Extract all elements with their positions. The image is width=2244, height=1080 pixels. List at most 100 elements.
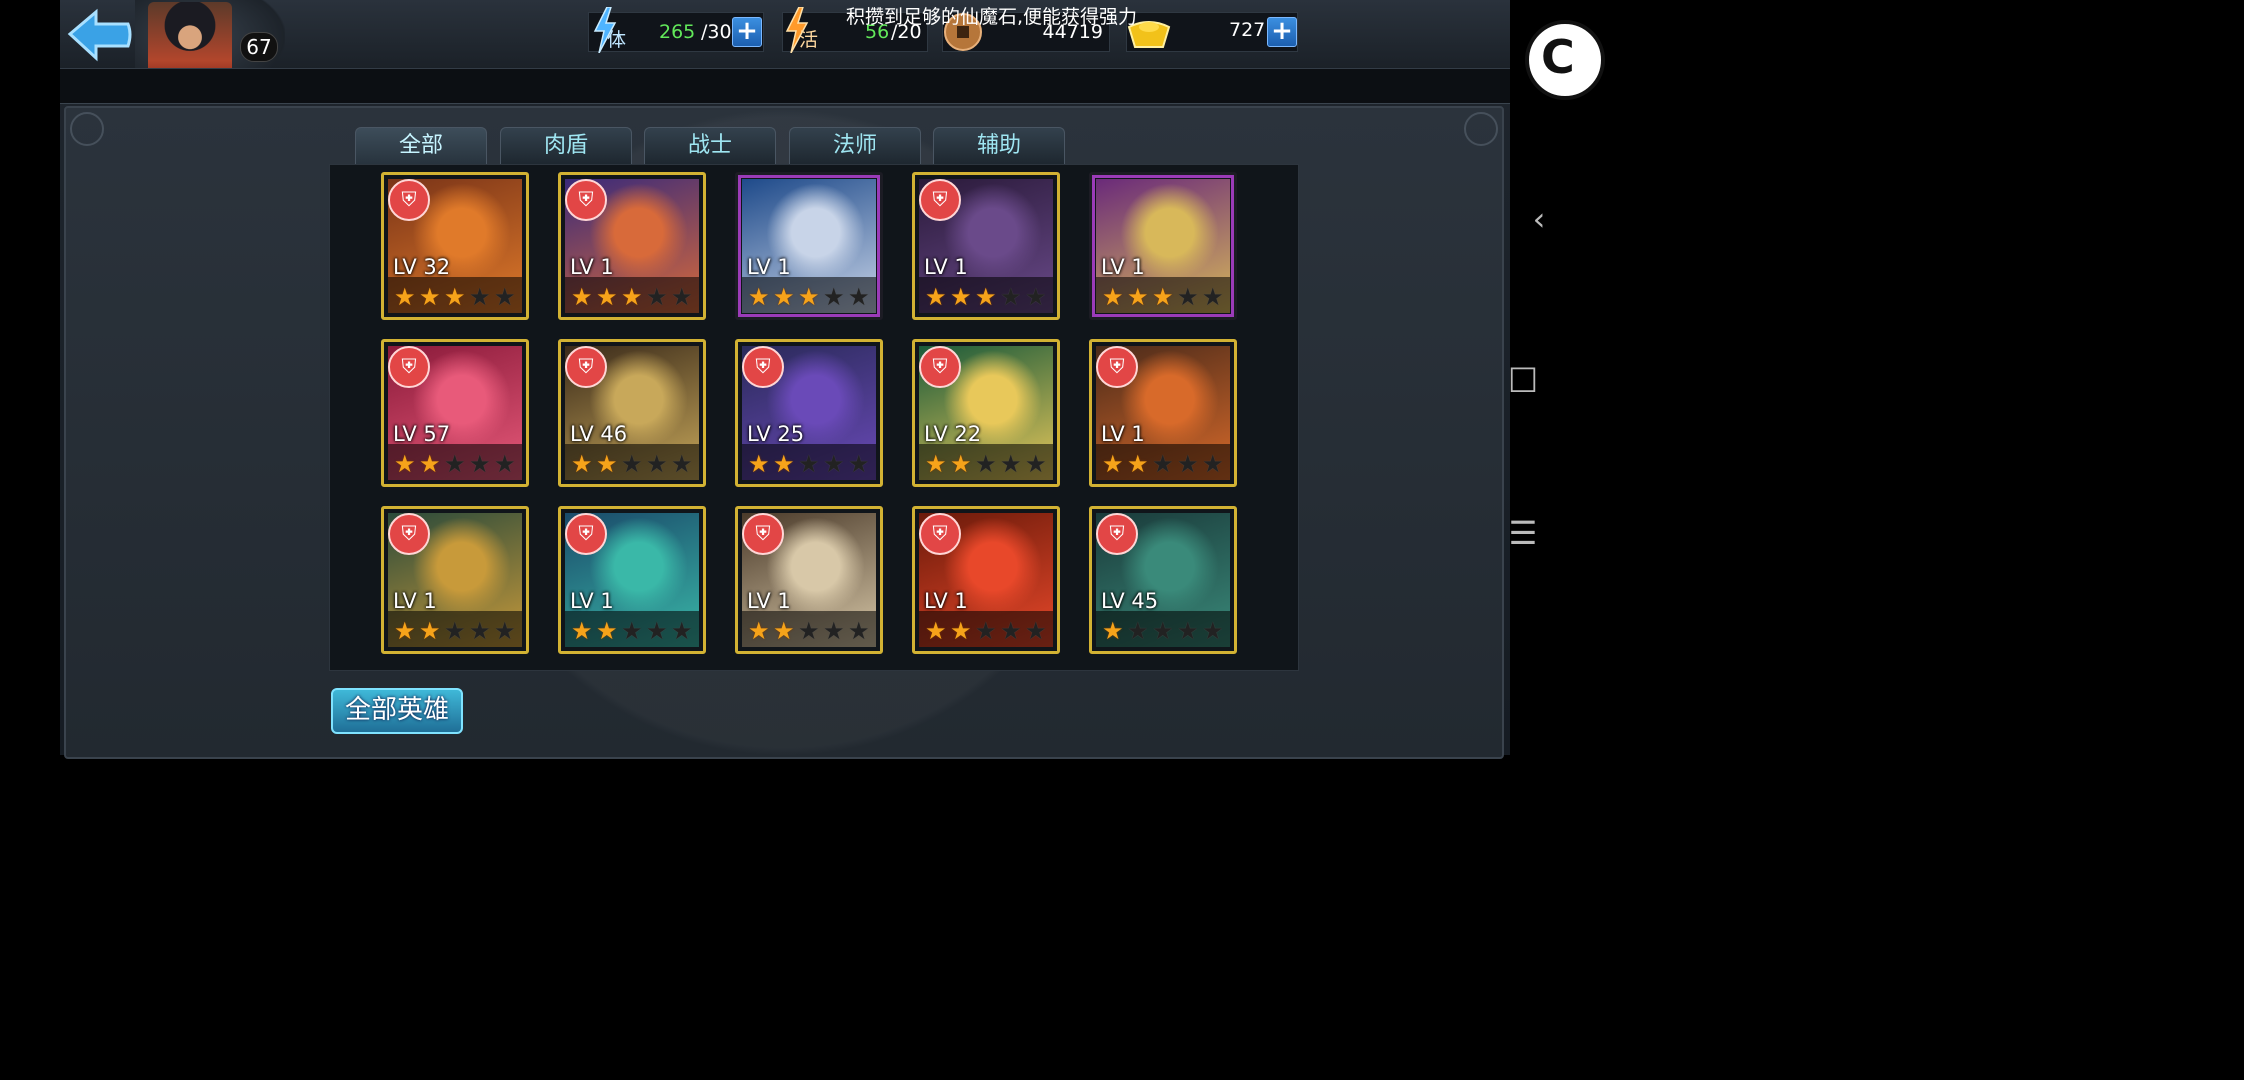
- star-empty-icon: ★: [671, 450, 693, 478]
- star-filled-icon: ★: [571, 450, 593, 478]
- tab-tank[interactable]: 肉盾: [500, 127, 632, 166]
- hero-stars: ★ ★ ★ ★ ★: [748, 619, 873, 643]
- menu-nav-icon[interactable]: ☰: [1494, 514, 1552, 552]
- hero-card[interactable]: LV 1 ★ ★ ★ ★ ★: [735, 172, 883, 320]
- star-empty-icon: ★: [1202, 450, 1224, 478]
- hero-level: LV 25: [747, 422, 805, 446]
- hero-stars: ★ ★ ★ ★ ★: [925, 452, 1050, 476]
- armor-role-icon: ⛨: [919, 513, 961, 555]
- star-empty-icon: ★: [798, 617, 820, 645]
- star-filled-icon: ★: [748, 450, 770, 478]
- star-empty-icon: ★: [469, 450, 491, 478]
- add-stamina-button[interactable]: +: [732, 17, 762, 47]
- gold-value: 727: [1229, 19, 1266, 41]
- hero-level: LV 1: [747, 589, 791, 613]
- star-empty-icon: ★: [621, 617, 643, 645]
- hero-level: LV 57: [393, 422, 451, 446]
- armor-role-icon: ⛨: [1096, 346, 1138, 388]
- back-arrow-icon[interactable]: [66, 6, 136, 64]
- star-empty-icon: ★: [1025, 283, 1047, 311]
- hero-card[interactable]: ⛨ LV 25 ★ ★ ★ ★ ★: [735, 339, 883, 487]
- star-filled-icon: ★: [950, 283, 972, 311]
- hero-stars: ★ ★ ★ ★ ★: [1102, 452, 1227, 476]
- star-empty-icon: ★: [494, 617, 516, 645]
- player-level-badge: 67: [240, 32, 278, 62]
- hero-level: LV 1: [1101, 255, 1145, 279]
- hero-stars: ★ ★ ★ ★ ★: [571, 285, 696, 309]
- hero-stars: ★ ★ ★ ★ ★: [1102, 619, 1227, 643]
- back-nav-icon[interactable]: ‹: [1510, 200, 1568, 238]
- hero-card[interactable]: ⛨ LV 1 ★ ★ ★ ★ ★: [912, 172, 1060, 320]
- star-filled-icon: ★: [419, 283, 441, 311]
- star-filled-icon: ★: [925, 617, 947, 645]
- armor-role-icon: ⛨: [388, 179, 430, 221]
- star-empty-icon: ★: [1177, 283, 1199, 311]
- star-filled-icon: ★: [394, 450, 416, 478]
- home-nav-icon[interactable]: □: [1494, 358, 1552, 396]
- tab-warrior[interactable]: 战士: [644, 127, 776, 166]
- hero-level: LV 45: [1101, 589, 1159, 613]
- star-empty-icon: ★: [1000, 617, 1022, 645]
- star-empty-icon: ★: [444, 617, 466, 645]
- hero-stars: ★ ★ ★ ★ ★: [394, 285, 519, 309]
- hero-card[interactable]: ⛨ LV 22 ★ ★ ★ ★ ★: [912, 339, 1060, 487]
- hero-stars: ★ ★ ★ ★ ★: [571, 619, 696, 643]
- star-filled-icon: ★: [798, 283, 820, 311]
- armor-role-icon: ⛨: [919, 179, 961, 221]
- panel-corner-ornament: [70, 112, 104, 146]
- hero-card[interactable]: ⛨ LV 57 ★ ★ ★ ★ ★: [381, 339, 529, 487]
- star-empty-icon: ★: [1202, 617, 1224, 645]
- star-empty-icon: ★: [646, 450, 668, 478]
- star-empty-icon: ★: [671, 283, 693, 311]
- star-filled-icon: ★: [394, 283, 416, 311]
- hero-card[interactable]: ⛨ LV 1 ★ ★ ★ ★ ★: [735, 506, 883, 654]
- star-filled-icon: ★: [1127, 283, 1149, 311]
- star-empty-icon: ★: [646, 283, 668, 311]
- star-empty-icon: ★: [1000, 283, 1022, 311]
- armor-role-icon: ⛨: [742, 346, 784, 388]
- hero-card[interactable]: ⛨ LV 1 ★ ★ ★ ★ ★: [1089, 339, 1237, 487]
- hero-level: LV 1: [924, 589, 968, 613]
- hero-level: LV 22: [924, 422, 982, 446]
- tab-all[interactable]: 全部: [355, 127, 487, 166]
- star-filled-icon: ★: [394, 617, 416, 645]
- star-empty-icon: ★: [1025, 617, 1047, 645]
- hero-card[interactable]: ⛨ LV 32 ★ ★ ★ ★ ★: [381, 172, 529, 320]
- star-empty-icon: ★: [1202, 283, 1224, 311]
- armor-role-icon: ⛨: [565, 179, 607, 221]
- star-empty-icon: ★: [823, 617, 845, 645]
- hero-stars: ★ ★ ★ ★ ★: [748, 285, 873, 309]
- floating-assistant-button[interactable]: C: [1525, 20, 1605, 100]
- all-heroes-button[interactable]: 全部英雄: [331, 688, 463, 734]
- tab-support[interactable]: 辅助: [933, 127, 1065, 166]
- star-empty-icon: ★: [1177, 450, 1199, 478]
- star-filled-icon: ★: [773, 450, 795, 478]
- vitality-label: 活: [799, 29, 819, 51]
- hero-card[interactable]: ⛨ LV 46 ★ ★ ★ ★ ★: [558, 339, 706, 487]
- hero-card[interactable]: LV 1 ★ ★ ★ ★ ★: [1089, 172, 1237, 320]
- star-empty-icon: ★: [798, 450, 820, 478]
- star-empty-icon: ★: [1152, 450, 1174, 478]
- stamina-current: 265: [659, 21, 696, 43]
- tab-mage[interactable]: 法师: [789, 127, 921, 166]
- stamina-max: /30: [701, 21, 732, 43]
- hero-card[interactable]: ⛨ LV 1 ★ ★ ★ ★ ★: [912, 506, 1060, 654]
- star-empty-icon: ★: [1127, 617, 1149, 645]
- add-gold-button[interactable]: +: [1267, 17, 1297, 47]
- hero-stars: ★ ★ ★ ★ ★: [394, 452, 519, 476]
- star-filled-icon: ★: [419, 617, 441, 645]
- hero-level: LV 1: [393, 589, 437, 613]
- hero-card[interactable]: ⛨ LV 45 ★ ★ ★ ★ ★: [1089, 506, 1237, 654]
- star-filled-icon: ★: [596, 617, 618, 645]
- star-empty-icon: ★: [823, 450, 845, 478]
- hero-stars: ★ ★ ★ ★ ★: [1102, 285, 1227, 309]
- hero-level: LV 46: [570, 422, 628, 446]
- star-filled-icon: ★: [950, 450, 972, 478]
- hero-stars: ★ ★ ★ ★ ★: [925, 619, 1050, 643]
- hero-card[interactable]: ⛨ LV 1 ★ ★ ★ ★ ★: [558, 506, 706, 654]
- star-filled-icon: ★: [975, 283, 997, 311]
- star-filled-icon: ★: [419, 450, 441, 478]
- hero-card[interactable]: ⛨ LV 1 ★ ★ ★ ★ ★: [381, 506, 529, 654]
- hero-card[interactable]: ⛨ LV 1 ★ ★ ★ ★ ★: [558, 172, 706, 320]
- star-empty-icon: ★: [494, 283, 516, 311]
